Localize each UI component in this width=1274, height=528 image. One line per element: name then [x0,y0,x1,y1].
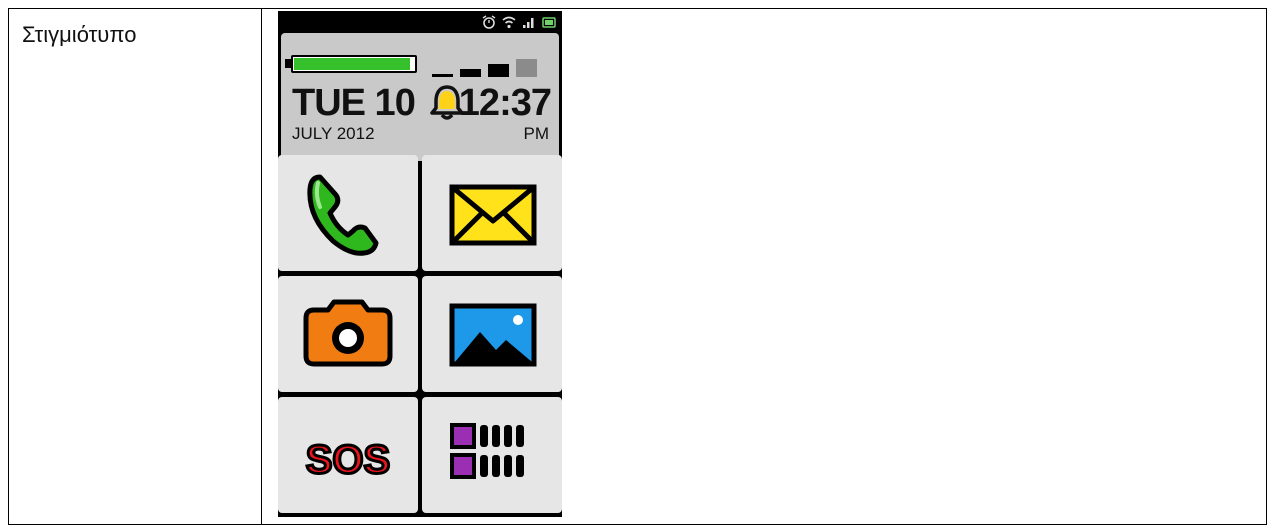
battery-level-fill [294,58,410,70]
camera-tile[interactable] [278,276,418,392]
document-table: Στιγμιότυπο [8,8,1267,525]
signal-bar [488,64,509,77]
phone-tile[interactable] [278,155,418,271]
table-column-divider [261,8,262,525]
wifi-status-icon [502,16,516,28]
ampm-label: PM [523,124,550,143]
table-border-left [8,8,9,525]
signal-status-icon [523,17,534,28]
table-border-right [1266,8,1267,525]
battery-indicator [291,55,417,73]
gallery-tile[interactable] [422,276,562,392]
signal-bar [460,69,481,77]
signal-bar [432,74,453,77]
date-label: JULY 2012 [292,124,375,143]
sos-label: SOS [306,438,390,482]
status-bar [278,11,562,32]
phone-icon [307,174,379,256]
messages-tile[interactable] [422,155,562,271]
apps-tile[interactable] [422,397,562,513]
table-border-bottom [8,524,1267,525]
day-label: TUE 10 [292,82,416,124]
row-label: Στιγμιότυπο [22,22,137,47]
signal-bar [516,59,537,77]
phone-screenshot: TUE 10 JULY 2012 12:37 PM SOS [278,11,562,517]
alarm-status-icon [482,14,496,29]
battery-status-icon [542,16,556,28]
table-border-top [8,8,1267,9]
clock-widget[interactable]: TUE 10 JULY 2012 12:37 PM [281,33,559,161]
time-label: 12:37 [458,82,552,124]
sos-tile[interactable]: SOS [278,397,418,513]
gallery-icon [449,303,537,367]
envelope-icon [449,184,537,246]
apps-grid-icon [450,423,524,479]
sos-icon: SOS [304,437,391,484]
camera-icon [303,299,393,367]
